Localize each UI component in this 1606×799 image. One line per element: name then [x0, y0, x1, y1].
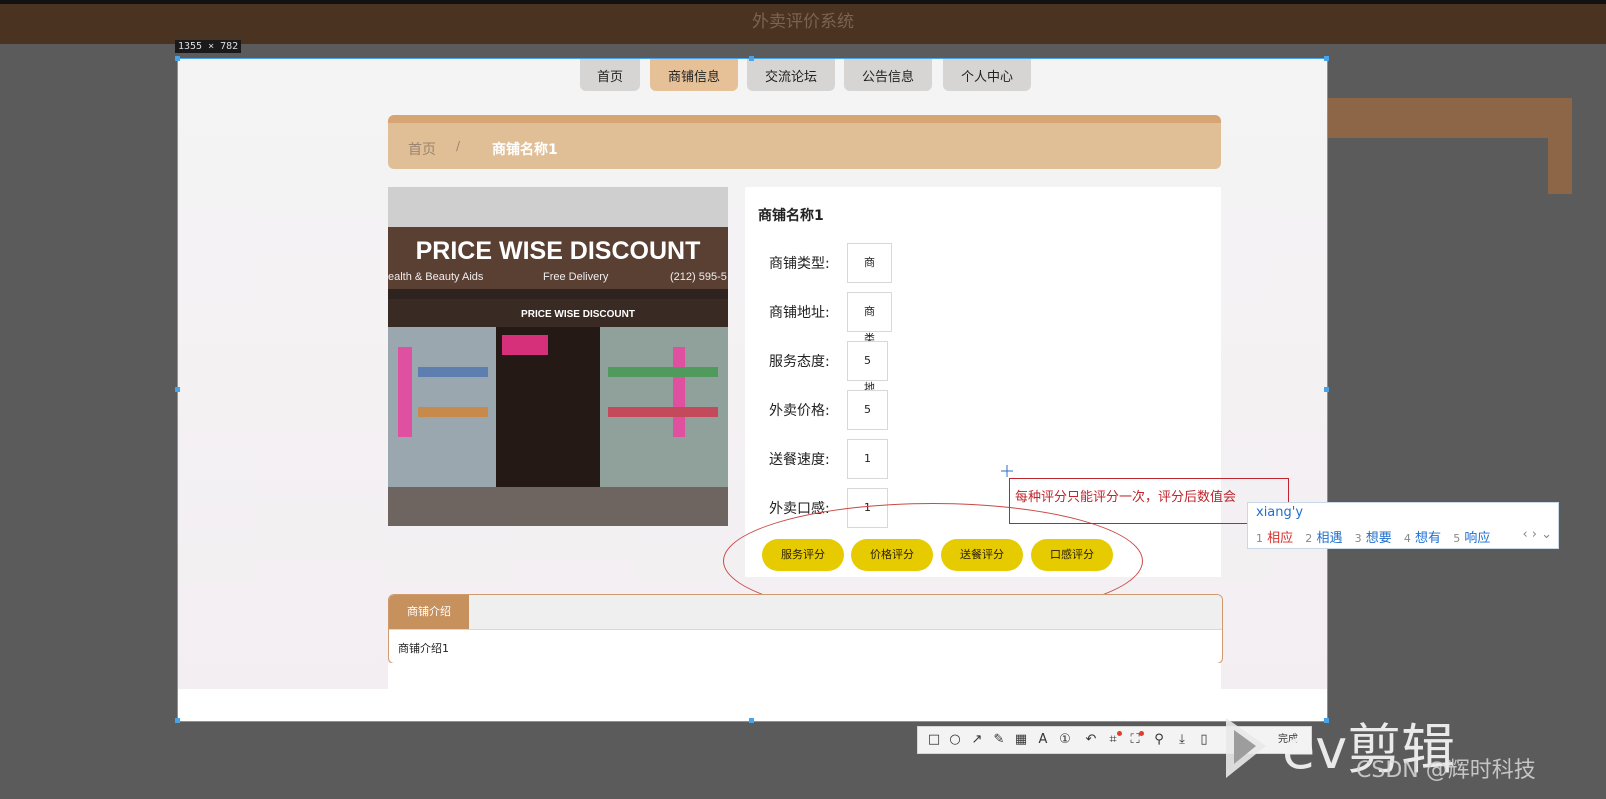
field-value-service: 5 [847, 341, 888, 381]
breadcrumb-current: 商铺名称1 [492, 142, 558, 158]
save-icon[interactable]: ▯ [1196, 732, 1212, 748]
breadcrumb-separator: / [456, 139, 461, 153]
photo-sign-text: PRICE WISE DISCOUNT [416, 237, 701, 265]
intro-tab-row: 商铺介绍 [389, 595, 1222, 630]
pen-icon[interactable]: ✎ [991, 732, 1007, 748]
ime-candidate[interactable]: 4 想有 [1404, 531, 1441, 546]
main-nav: 首页 商铺信息 交流论坛 公告信息 个人中心 [178, 59, 1327, 95]
screen: 外卖评价系统 1355 × 782 首页 商铺信息 交流论坛 公告信息 个人中心… [0, 0, 1606, 799]
csdn-watermark: CSDN @辉时科技 [1356, 758, 1536, 783]
field-value-address: 商铺地址1 [847, 292, 892, 470]
download-icon[interactable]: ⤓ [1174, 732, 1190, 748]
shop-name: 商铺名称1 [758, 208, 824, 224]
breadcrumb-home[interactable]: 首页 [408, 139, 436, 159]
ime-candidate-window: xiang'y 1 相应 2 相遇 3 想要 4 想有 5 响应 ‹ › ⌄ [1247, 502, 1559, 549]
undo-icon[interactable]: ↶ [1083, 732, 1099, 748]
pin-icon[interactable]: ⚲ [1151, 732, 1167, 748]
text-icon[interactable]: A [1035, 732, 1051, 748]
capture-handle[interactable] [749, 718, 754, 723]
breadcrumb: 首页 / 商铺名称1 [388, 115, 1221, 169]
ime-candidate[interactable]: 1 相应 [1256, 531, 1293, 546]
mosaic-icon[interactable]: ▦ [1013, 732, 1029, 748]
tab-shop-intro[interactable]: 商铺介绍 [389, 595, 469, 629]
number-icon[interactable]: ① [1057, 732, 1073, 748]
shop-intro-panel: 商铺介绍 商铺介绍1 [388, 594, 1223, 664]
capture-handle[interactable] [175, 718, 180, 723]
ocr-icon[interactable]: ⌗ [1105, 731, 1122, 748]
field-value-type: 商铺类型1 [847, 243, 892, 421]
photo-sub-mid: Free Delivery [543, 271, 609, 283]
rectangle-icon[interactable]: □ [926, 732, 942, 748]
app-title: 外卖评价系统 [752, 12, 854, 32]
shop-photo: PRICE WISE DISCOUNT ealth & Beauty Aids … [388, 187, 728, 526]
ime-candidate[interactable]: 2 相遇 [1305, 531, 1342, 546]
nav-forum[interactable]: 交流论坛 [747, 59, 835, 91]
field-value-price: 5 [847, 390, 888, 430]
capture-handle[interactable] [175, 56, 180, 61]
nav-user-center[interactable]: 个人中心 [943, 59, 1031, 91]
capture-handle[interactable] [1324, 56, 1329, 61]
field-value-speed: 1 [847, 439, 888, 479]
nav-notices[interactable]: 公告信息 [844, 59, 932, 91]
nav-shop-info[interactable]: 商铺信息 [650, 59, 738, 91]
captured-webpage: 首页 商铺信息 交流论坛 公告信息 个人中心 首页 / 商铺名称1 PRICE … [177, 58, 1328, 722]
annotation-text: 每种评分只能评分一次，评分后数值会 [1015, 490, 1237, 505]
photo-sub-left: ealth & Beauty Aids [388, 271, 484, 283]
capture-handle[interactable] [175, 387, 180, 392]
field-label: 商铺地址: [769, 305, 830, 321]
ime-page-arrows-icon[interactable]: ‹ › ⌄ [1522, 527, 1552, 542]
field-label: 外卖价格: [769, 403, 830, 419]
photo-awning-text: PRICE WISE DISCOUNT [521, 309, 635, 320]
ime-candidates: 1 相应 2 相遇 3 想要 4 想有 5 响应 [1256, 527, 1498, 546]
photo-sub-right: (212) 595-5 [670, 271, 727, 283]
capture-handle[interactable] [1324, 387, 1329, 392]
ime-candidate[interactable]: 5 响应 [1453, 531, 1490, 546]
ellipse-icon[interactable]: ○ [947, 732, 963, 748]
crosshair-cursor-icon [1001, 465, 1013, 477]
nav-home[interactable]: 首页 [580, 59, 640, 91]
app-title-bar: 外卖评价系统 [0, 0, 1606, 44]
ime-candidate[interactable]: 3 想要 [1355, 531, 1392, 546]
capture-handle[interactable] [749, 56, 754, 61]
capture-size-label: 1355 × 782 [175, 40, 242, 53]
field-label: 服务态度: [769, 354, 830, 370]
field-label: 送餐速度: [769, 452, 830, 468]
page-footer-band [178, 689, 1327, 721]
ime-composition: xiang'y [1256, 505, 1304, 520]
top-edge [0, 0, 1606, 4]
field-label: 商铺类型: [769, 256, 830, 272]
translate-icon[interactable]: ⛶ [1127, 731, 1144, 748]
shop-intro-content: 商铺介绍1 [398, 642, 449, 655]
arrow-icon[interactable]: ↗ [969, 732, 985, 748]
shop-storefront-image: PRICE WISE DISCOUNT ealth & Beauty Aids … [388, 187, 728, 526]
